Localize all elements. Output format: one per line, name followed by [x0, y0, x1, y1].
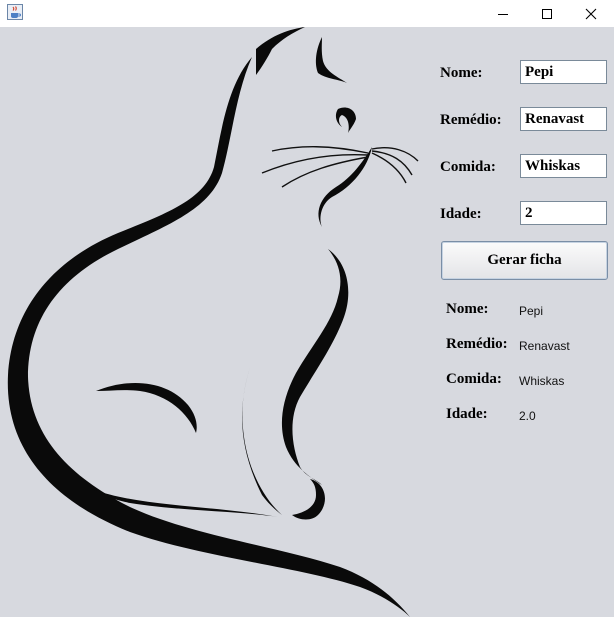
comida-label: Comida: — [440, 159, 496, 175]
result-idade-value: 2.0 — [519, 409, 536, 423]
minimize-icon — [498, 13, 508, 15]
minimize-button[interactable] — [480, 0, 526, 27]
idade-label: Idade: — [440, 206, 482, 222]
java-cup-icon — [7, 4, 23, 20]
remedio-label: Remédio: — [440, 112, 502, 128]
comida-input[interactable] — [520, 154, 607, 178]
result-idade-label: Idade: — [446, 406, 488, 422]
maximize-icon — [542, 8, 552, 19]
result-remedio-value: Renavast — [519, 339, 570, 353]
cat-illustration — [7, 27, 419, 617]
result-remedio-label: Remédio: — [446, 336, 508, 352]
nome-label: Nome: — [440, 65, 483, 81]
maximize-button[interactable] — [524, 0, 570, 27]
result-nome-value: Pepi — [519, 304, 544, 318]
close-icon — [585, 8, 597, 19]
nome-input[interactable] — [520, 60, 607, 84]
result-comida-value: Whiskas — [519, 374, 565, 388]
window-content: Nome: Remédio: Comida: Idade: Gerar fich… — [0, 27, 614, 617]
result-comida-label: Comida: — [446, 371, 502, 387]
remedio-input[interactable] — [520, 107, 607, 131]
result-nome-label: Nome: — [446, 301, 489, 317]
idade-input[interactable] — [520, 201, 607, 225]
title-bar — [0, 0, 614, 27]
gerar-ficha-button[interactable]: Gerar ficha — [441, 241, 608, 280]
close-button[interactable] — [568, 0, 614, 27]
